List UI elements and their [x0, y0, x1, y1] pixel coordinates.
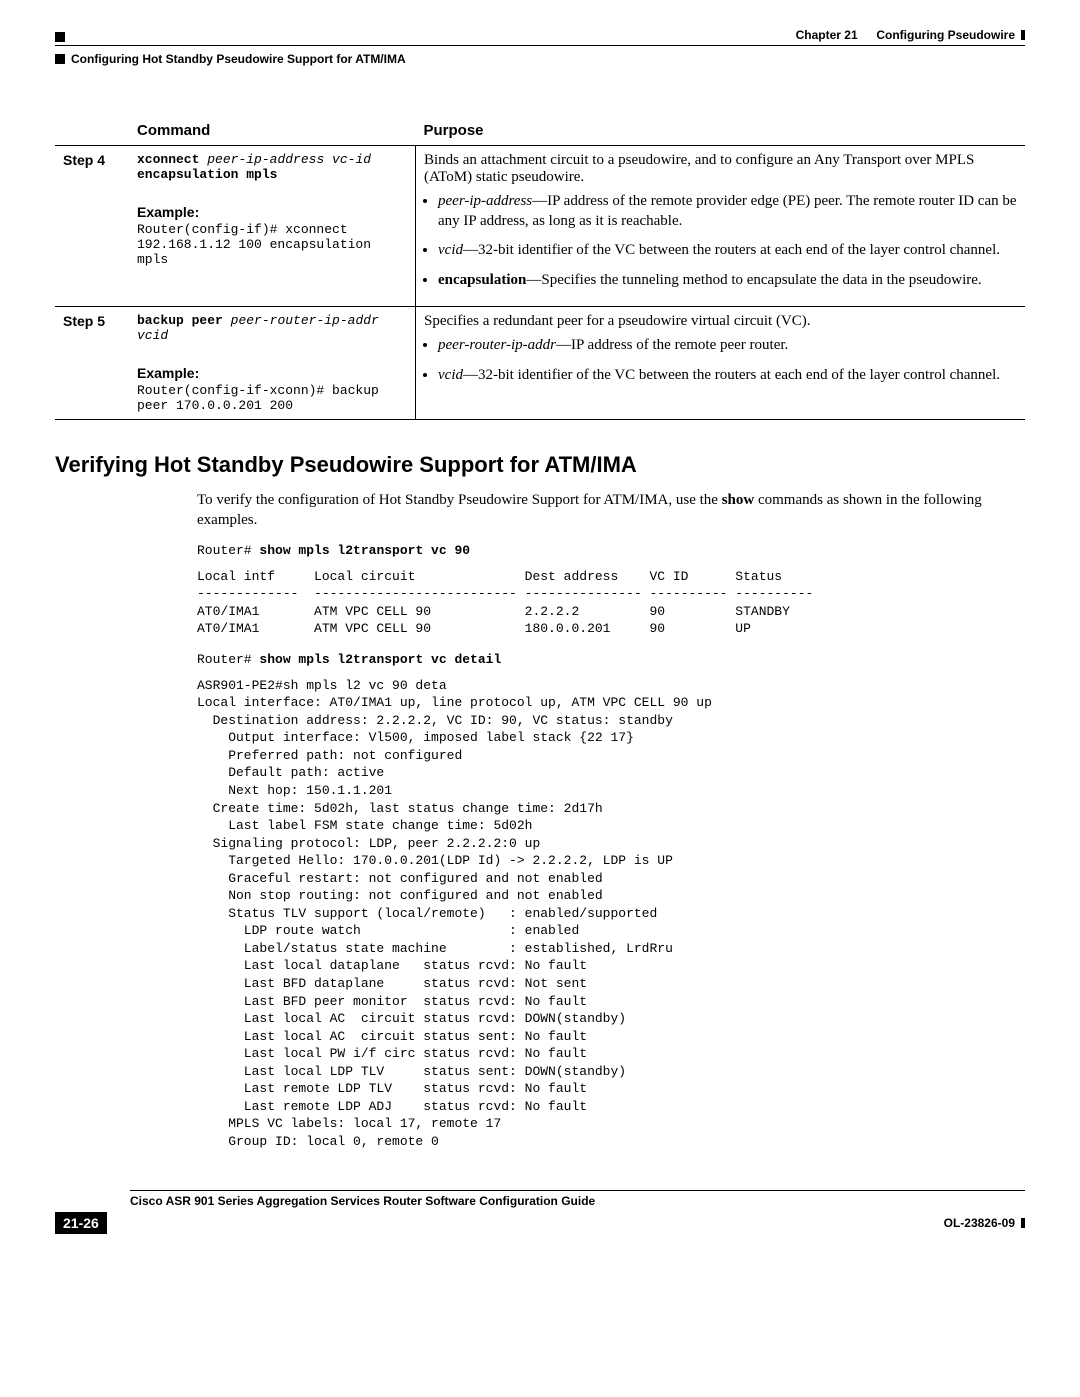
purpose-bullet: peer-router-ip-addr—IP address of the re… [438, 336, 1017, 356]
example-line: peer 170.0.0.201 200 [137, 398, 407, 413]
th-purpose: Purpose [416, 116, 1026, 146]
header-marker-right [1021, 30, 1025, 40]
desc: —32-bit identifier of the VC between the… [463, 242, 1000, 258]
purpose-cell: Binds an attachment circuit to a pseudow… [416, 146, 1026, 307]
command-cell: xconnect peer-ip-address vc-id encapsula… [129, 146, 416, 307]
purpose-cell: Specifies a redundant peer for a pseudow… [416, 307, 1026, 420]
cmd-keyword: xconnect [137, 152, 199, 167]
section-title: Configuring Hot Standby Pseudowire Suppo… [71, 52, 406, 66]
term: encapsulation [438, 272, 526, 288]
cmd-keyword: backup peer [137, 313, 223, 328]
table-row: Step 4 xconnect peer-ip-address vc-id en… [55, 146, 1025, 307]
router-command-line: Router# show mpls l2transport vc 90 [197, 543, 1025, 558]
step-label: Step 5 [55, 307, 129, 420]
step-label: Step 4 [55, 146, 129, 307]
header-marker-left [55, 32, 65, 42]
term: vcid [438, 367, 463, 383]
table-row: Step 5 backup peer peer-router-ip-addr v… [55, 307, 1025, 420]
purpose-lead: Specifies a redundant peer for a pseudow… [424, 313, 1017, 330]
footer-rule [130, 1190, 1025, 1191]
prompt: Router# [197, 543, 259, 558]
desc: —Specifies the tunneling method to encap… [526, 272, 981, 288]
command-text: show mpls l2transport vc detail [259, 652, 501, 667]
section-marker [55, 54, 65, 64]
purpose-bullet: peer-ip-address—IP address of the remote… [438, 192, 1017, 231]
example-label: Example: [137, 365, 407, 381]
body-paragraph: To verify the configuration of Hot Stand… [197, 490, 1025, 531]
footer-marker [1021, 1218, 1025, 1228]
header-rule [55, 45, 1025, 46]
example-label: Example: [137, 204, 407, 220]
page-number: 21-26 [55, 1212, 107, 1234]
example-line: 192.168.1.12 100 encapsulation mpls [137, 237, 407, 267]
cli-output: ASR901-PE2#sh mpls l2 vc 90 deta Local i… [197, 677, 1025, 1151]
purpose-bullet: vcid—32-bit identifier of the VC between… [438, 366, 1017, 386]
guide-title: Cisco ASR 901 Series Aggregation Service… [130, 1194, 1025, 1208]
cmd-line2: vcid [137, 328, 407, 343]
para-bold: show [722, 492, 755, 508]
page-footer: Cisco ASR 901 Series Aggregation Service… [55, 1190, 1025, 1234]
section-heading: Verifying Hot Standby Pseudowire Support… [55, 452, 1025, 478]
example-line: Router(config-if-xconn)# backup [137, 383, 407, 398]
para-pre: To verify the configuration of Hot Stand… [197, 492, 722, 508]
example-line: Router(config-if)# xconnect [137, 222, 407, 237]
command-table: Command Purpose Step 4 xconnect peer-ip-… [55, 116, 1025, 420]
router-command-line: Router# show mpls l2transport vc detail [197, 652, 1025, 667]
term: peer-ip-address [438, 193, 532, 209]
cli-output: Local intf Local circuit Dest address VC… [197, 568, 1025, 638]
purpose-lead: Binds an attachment circuit to a pseudow… [424, 152, 1017, 186]
term: vcid [438, 242, 463, 258]
chapter-label: Chapter 21 [796, 28, 858, 42]
desc: —32-bit identifier of the VC between the… [463, 367, 1000, 383]
cmd-args: peer-router-ip-addr [231, 313, 379, 328]
term: peer-router-ip-addr [438, 337, 556, 353]
th-command: Command [129, 116, 416, 146]
page-header: Chapter 21 Configuring Pseudowire [55, 28, 1025, 42]
command-text: show mpls l2transport vc 90 [259, 543, 470, 558]
prompt: Router# [197, 652, 259, 667]
chapter-title: Configuring Pseudowire [876, 28, 1015, 42]
doc-id: OL-23826-09 [944, 1216, 1015, 1230]
desc: —IP address of the remote peer router. [556, 337, 788, 353]
purpose-bullet: vcid—32-bit identifier of the VC between… [438, 241, 1017, 261]
command-cell: backup peer peer-router-ip-addr vcid Exa… [129, 307, 416, 420]
cmd-args: peer-ip-address vc-id [207, 152, 371, 167]
purpose-bullet: encapsulation—Specifies the tunneling me… [438, 271, 1017, 291]
cmd-line2: encapsulation mpls [137, 167, 407, 182]
